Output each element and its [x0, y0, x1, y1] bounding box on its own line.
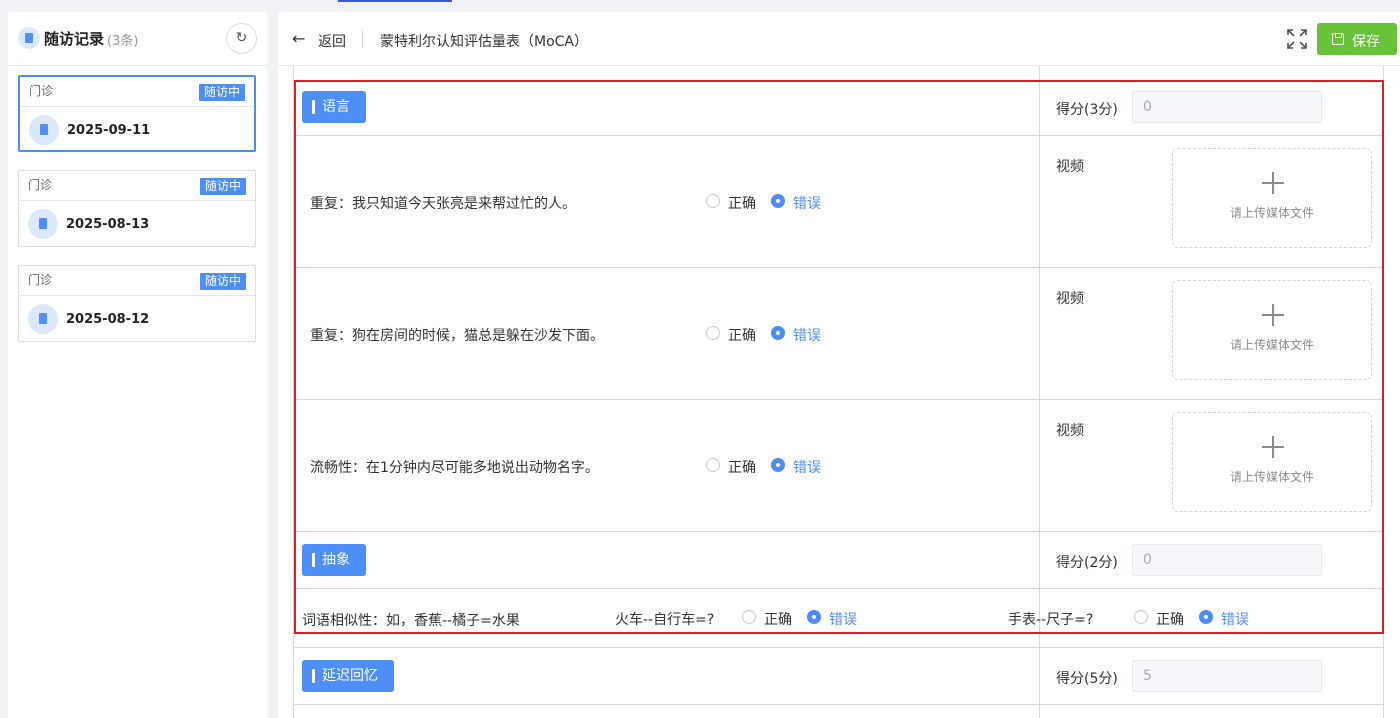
sidebar-title: 随访记录 [44, 30, 105, 48]
record-date: 2025-09-11 [67, 123, 151, 138]
top-accent-bar [338, 0, 452, 2]
radio-wrong[interactable] [807, 610, 821, 624]
record-count: (3条) [107, 34, 139, 49]
video-label: 视频 [1056, 423, 1084, 439]
header-divider [362, 30, 363, 48]
radio-wrong[interactable] [771, 194, 785, 208]
record-card[interactable]: 门诊 随访中 2025-08-13 [18, 170, 256, 247]
record-date: 2025-08-13 [66, 217, 150, 232]
card-divider [19, 295, 255, 296]
card-divider [19, 200, 255, 201]
row-divider [293, 531, 1384, 532]
sidebar-header: 随访记录 (3条) ↻ [8, 12, 267, 66]
status-badge: 随访中 [198, 84, 245, 101]
language-score-input[interactable]: 0 [1132, 91, 1322, 123]
similarity-prompt: 词语相似性：如，香蕉--橘子=水果 [302, 613, 520, 629]
row-divider [293, 588, 1384, 589]
assessment-panel: ← 返回 蒙特利尔认知评估量表（MoCA） 保存 语言 得分(3分) 0 重复：… [278, 12, 1400, 718]
radio-correct-label[interactable]: 正确 [728, 457, 756, 477]
question-text: 重复：狗在房间的时候，猫总是躲在沙发下面。 [310, 328, 604, 344]
question-text: 重复：我只知道今天张亮是来帮过忙的人。 [310, 196, 576, 212]
plus-icon-stem [1272, 436, 1274, 458]
record-card[interactable]: 门诊 随访中 2025-09-11 [18, 75, 256, 152]
radio-wrong-label[interactable]: 错误 [829, 609, 857, 629]
card-divider [20, 106, 254, 107]
upload-hint: 请上传媒体文件 [1229, 206, 1314, 220]
radio-correct-label[interactable]: 正确 [728, 325, 756, 345]
refresh-icon[interactable]: ↻ [226, 23, 257, 54]
video-label: 视频 [1056, 159, 1084, 175]
media-upload[interactable]: 请上传媒体文件 [1172, 280, 1372, 380]
status-badge: 随访中 [199, 178, 246, 195]
top-strip [0, 0, 1400, 12]
media-upload[interactable]: 请上传媒体文件 [1172, 412, 1372, 512]
section-tag-abstraction: 抽象 [302, 544, 366, 576]
followup-sidebar: 随访记录 (3条) ↻ 门诊 随访中 2025-09-11 门诊 随访中 202… [8, 12, 267, 718]
clipboard-icon [28, 304, 58, 334]
clipboard-icon [29, 115, 59, 145]
radio-correct[interactable] [706, 326, 720, 340]
save-button[interactable]: 保存 [1317, 23, 1397, 55]
radio-correct[interactable] [742, 610, 756, 624]
fullscreen-icon[interactable] [1286, 28, 1308, 50]
media-upload[interactable]: 请上传媒体文件 [1172, 148, 1372, 248]
save-icon [1332, 33, 1344, 45]
upload-hint: 请上传媒体文件 [1229, 338, 1314, 352]
abstraction-score-label: 得分(2分) [1056, 555, 1118, 571]
similarity-item-text: 手表--尺子=? [1008, 612, 1094, 628]
record-type: 门诊 [28, 178, 53, 192]
row-divider [293, 704, 1384, 705]
assessment-header: ← 返回 蒙特利尔认知评估量表（MoCA） 保存 [278, 12, 1400, 66]
radio-correct[interactable] [1134, 610, 1148, 624]
row-divider [293, 267, 1384, 268]
clipboard-icon [18, 27, 40, 49]
status-badge: 随访中 [199, 273, 246, 290]
clipboard-icon [28, 209, 58, 239]
radio-wrong[interactable] [771, 458, 785, 472]
back-arrow-icon[interactable]: ← [292, 29, 305, 48]
save-label: 保存 [1352, 34, 1380, 50]
page-title: 蒙特利尔认知评估量表（MoCA） [380, 34, 588, 50]
assessment-form: 语言 得分(3分) 0 重复：我只知道今天张亮是来帮过忙的人。 正确 错误 视频… [278, 66, 1400, 718]
section-tag-language: 语言 [302, 91, 366, 123]
plus-icon-stem [1272, 304, 1274, 326]
row-divider [293, 647, 1384, 648]
delayed-recall-score-input[interactable]: 5 [1132, 660, 1322, 692]
radio-correct-label[interactable]: 正确 [764, 609, 792, 629]
table-border-left [293, 66, 294, 718]
plus-icon-stem [1272, 172, 1274, 194]
radio-correct-label[interactable]: 正确 [728, 193, 756, 213]
record-type: 门诊 [28, 273, 53, 287]
record-type: 门诊 [29, 84, 54, 98]
similarity-item-text: 火车--自行车=? [615, 612, 715, 628]
radio-wrong-label[interactable]: 错误 [793, 193, 821, 213]
radio-wrong[interactable] [1199, 610, 1213, 624]
abstraction-score-input[interactable]: 0 [1132, 544, 1322, 576]
row-divider [293, 135, 1384, 136]
radio-correct[interactable] [706, 458, 720, 472]
language-score-label: 得分(3分) [1056, 102, 1118, 118]
radio-wrong-label[interactable]: 错误 [1221, 609, 1249, 629]
radio-correct-label[interactable]: 正确 [1156, 609, 1184, 629]
row-divider [293, 399, 1384, 400]
video-label: 视频 [1056, 291, 1084, 307]
upload-hint: 请上传媒体文件 [1229, 470, 1314, 484]
record-date: 2025-08-12 [66, 312, 150, 327]
table-border-right [1383, 66, 1384, 718]
record-card[interactable]: 门诊 随访中 2025-08-12 [18, 265, 256, 342]
delayed-recall-score-label: 得分(5分) [1056, 671, 1118, 687]
section-tag-delayed-recall: 延迟回忆 [302, 660, 394, 692]
radio-correct[interactable] [706, 194, 720, 208]
radio-wrong-label[interactable]: 错误 [793, 457, 821, 477]
back-button[interactable]: 返回 [318, 31, 346, 51]
question-text: 流畅性：在1分钟内尽可能多地说出动物名字。 [310, 460, 599, 476]
radio-wrong-label[interactable]: 错误 [793, 325, 821, 345]
radio-wrong[interactable] [771, 326, 785, 340]
